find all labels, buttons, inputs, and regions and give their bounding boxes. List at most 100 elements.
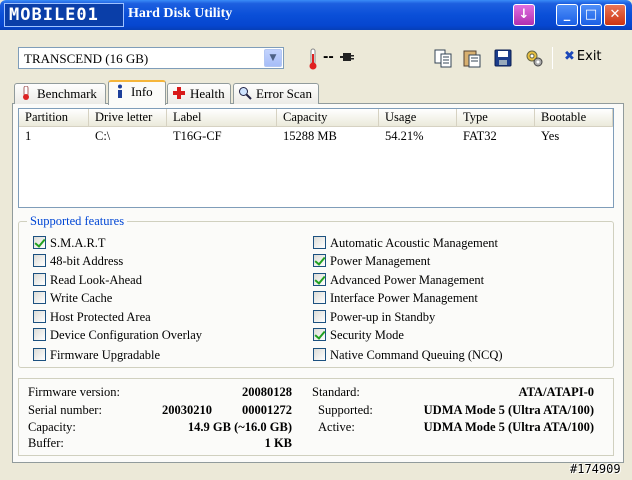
feature-label: Automatic Acoustic Management (330, 236, 499, 250)
feature-checkbox[interactable]: Interface Power Management (313, 291, 478, 306)
paste-icon[interactable] (462, 48, 482, 68)
feature-checkbox[interactable]: Power-up in Standby (313, 310, 435, 325)
checked-checkbox-icon[interactable] (33, 236, 46, 249)
column-header[interactable]: Capacity (277, 109, 379, 127)
unchecked-checkbox-icon[interactable] (313, 348, 326, 361)
maximize-button[interactable]: □ (580, 4, 602, 26)
feature-checkbox[interactable]: Write Cache (33, 291, 112, 306)
tab-error-scan[interactable]: Error Scan (233, 83, 319, 104)
cell-label: T16G-CF (173, 129, 222, 143)
save-icon[interactable] (493, 48, 513, 68)
title-bar: MOBILE01 Hard Disk Utility ↓ _ □ ✕ (0, 0, 632, 30)
feature-checkbox[interactable]: S.M.A.R.T (33, 236, 106, 251)
standard-value: ATA/ATAPI-0 (518, 385, 594, 399)
serial-label: Serial number: (28, 403, 102, 417)
exit-button[interactable]: ✖ Exit (564, 49, 602, 64)
active-value: UDMA Mode 5 (Ultra ATA/100) (423, 420, 594, 434)
feature-label: Security Mode (330, 328, 404, 342)
unchecked-checkbox-icon[interactable] (313, 236, 326, 249)
feature-checkbox[interactable]: Power Management (313, 254, 430, 269)
supported-features-title: Supported features (27, 214, 128, 229)
drive-select[interactable]: TRANSCEND (16 GB) ▼ (18, 47, 284, 69)
minimize-button[interactable]: _ (556, 4, 578, 26)
close-button[interactable]: ✕ (604, 4, 626, 26)
feature-checkbox[interactable]: Firmware Upgradable (33, 348, 160, 363)
feature-label: Native Command Queuing (NCQ) (330, 348, 503, 362)
tab-benchmark-label: Benchmark (37, 86, 97, 101)
serial-value-b: 00001272 (242, 403, 292, 417)
feature-checkbox[interactable]: 48-bit Address (33, 254, 123, 269)
checked-checkbox-icon[interactable] (313, 254, 326, 267)
supported-value: UDMA Mode 5 (Ultra ATA/100) (423, 403, 594, 417)
temperature-readout: -- (323, 50, 334, 65)
drive-select-value: TRANSCEND (16 GB) (24, 51, 149, 66)
feature-label: Interface Power Management (330, 291, 478, 305)
checked-checkbox-icon[interactable] (313, 328, 326, 341)
unchecked-checkbox-icon[interactable] (33, 348, 46, 361)
buffer-value: 1 KB (264, 436, 292, 450)
checked-checkbox-icon[interactable] (313, 273, 326, 286)
chevron-down-icon[interactable]: ▼ (264, 49, 282, 67)
cell-partition: 1 (25, 129, 32, 143)
copy-icon[interactable] (433, 48, 453, 68)
partition-list[interactable]: Partition Drive letter Label Capacity Us… (18, 108, 614, 208)
capacity-value: 14.9 GB (~16.0 GB) (187, 420, 292, 434)
column-header[interactable]: Bootable (535, 109, 613, 127)
feature-label: Power Management (330, 254, 431, 268)
cell-drive-letter: C:\ (95, 129, 111, 143)
feature-label: Firmware Upgradable (50, 348, 161, 362)
download-arrow-icon[interactable]: ↓ (513, 4, 535, 26)
column-header[interactable]: Label (167, 109, 277, 127)
mobile01-logo: MOBILE01 (4, 3, 124, 27)
info-icon (118, 84, 122, 98)
capacity-label: Capacity: (28, 420, 76, 434)
settings-icon[interactable] (524, 48, 544, 68)
column-header[interactable]: Type (457, 109, 535, 127)
active-label: Active: (318, 420, 355, 434)
column-header[interactable]: Partition (19, 109, 89, 127)
feature-checkbox[interactable]: Native Command Queuing (NCQ) (313, 348, 503, 363)
feature-checkbox[interactable]: Security Mode (313, 328, 404, 343)
feature-checkbox[interactable]: Advanced Power Management (313, 273, 484, 288)
plug-icon (340, 53, 354, 61)
watermark: #174909 (570, 462, 621, 476)
feature-checkbox[interactable]: Device Configuration Overlay (33, 328, 202, 343)
partition-list-header: Partition Drive letter Label Capacity Us… (19, 109, 613, 127)
serial-value-a: 20030210 (162, 403, 212, 417)
health-cross-icon (173, 87, 185, 99)
unchecked-checkbox-icon[interactable] (313, 291, 326, 304)
firmware-value: 20080128 (242, 385, 292, 399)
unchecked-checkbox-icon[interactable] (313, 310, 326, 323)
magnifier-icon (239, 87, 252, 100)
column-header[interactable]: Usage (379, 109, 457, 127)
feature-label: Power-up in Standby (330, 310, 436, 324)
column-header[interactable]: Drive letter (89, 109, 167, 127)
feature-label: Advanced Power Management (330, 273, 485, 287)
feature-checkbox[interactable]: Host Protected Area (33, 310, 151, 325)
unchecked-checkbox-icon[interactable] (33, 291, 46, 304)
feature-label: 48-bit Address (50, 254, 124, 268)
feature-checkbox[interactable]: Read Look-Ahead (33, 273, 142, 288)
tab-info-label: Info (131, 84, 153, 99)
cell-capacity: 15288 MB (283, 129, 337, 143)
unchecked-checkbox-icon[interactable] (33, 273, 46, 286)
unchecked-checkbox-icon[interactable] (33, 254, 46, 267)
cell-usage: 54.21% (385, 129, 424, 143)
unchecked-checkbox-icon[interactable] (33, 328, 46, 341)
feature-label: S.M.A.R.T (50, 236, 106, 250)
standard-label: Standard: (312, 385, 360, 399)
tab-error-scan-label: Error Scan (256, 86, 312, 101)
cell-type: FAT32 (463, 129, 497, 143)
tab-benchmark[interactable]: Benchmark (14, 83, 106, 104)
tab-info[interactable]: Info (108, 80, 166, 105)
exit-label: Exit (576, 49, 602, 64)
tab-health[interactable]: Health (167, 83, 231, 104)
feature-checkbox[interactable]: Automatic Acoustic Management (313, 236, 498, 251)
feature-label: Write Cache (50, 291, 113, 305)
unchecked-checkbox-icon[interactable] (33, 310, 46, 323)
thermometer-icon (23, 86, 29, 100)
feature-label: Host Protected Area (50, 310, 151, 324)
buffer-label: Buffer: (28, 436, 64, 450)
feature-label: Read Look-Ahead (50, 273, 142, 287)
firmware-label: Firmware version: (28, 385, 120, 399)
